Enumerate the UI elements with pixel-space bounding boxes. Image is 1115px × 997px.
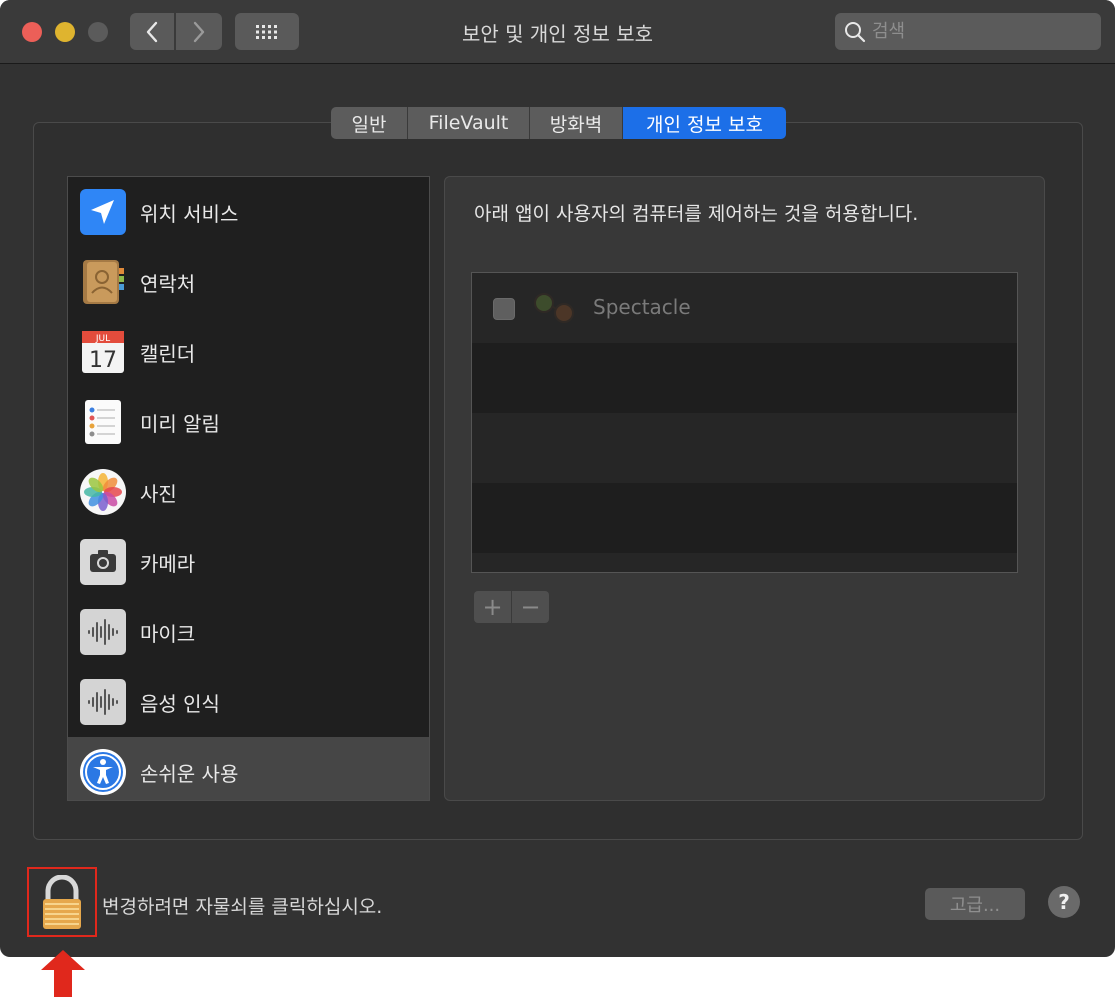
sidebar-item-calendar[interactable]: JUL 17 캘린더: [68, 317, 429, 387]
advanced-button[interactable]: 고급...: [925, 888, 1025, 920]
list-empty-row: [472, 343, 1017, 413]
lock-instruction-text[interactable]: 변경하려면 자물쇠를 클릭하십시오.: [102, 892, 382, 919]
add-remove-control: + −: [474, 591, 549, 623]
spectacle-glasses-icon: [530, 285, 578, 331]
search-field[interactable]: [835, 13, 1101, 50]
location-arrow-icon: [79, 188, 127, 236]
svg-text:17: 17: [89, 348, 117, 373]
app-checkbox[interactable]: [493, 298, 515, 320]
list-empty-row: [472, 483, 1017, 553]
titlebar: 보안 및 개인 정보 보호: [0, 0, 1115, 64]
search-input[interactable]: [872, 21, 1082, 42]
speech-waveform-icon: [79, 678, 127, 726]
sidebar-item-accessibility[interactable]: 손쉬운 사용: [68, 737, 429, 800]
sidebar-item-label: 연락처: [140, 271, 196, 296]
calendar-icon: JUL 17: [79, 328, 127, 376]
privacy-category-list: 위치 서비스 연락처 JUL 17 캘린더 미리 알림 사진 카메라 마이크 음…: [67, 176, 430, 801]
app-list: Spectacle: [471, 272, 1018, 573]
sidebar-item-reminders[interactable]: 미리 알림: [68, 387, 429, 457]
tab-general[interactable]: 일반: [331, 107, 408, 139]
list-empty-row: [472, 413, 1017, 483]
sidebar-item-camera[interactable]: 카메라: [68, 527, 429, 597]
photos-icon: [79, 468, 127, 516]
sidebar-item-label: 손쉬운 사용: [140, 761, 239, 786]
help-button[interactable]: ?: [1048, 886, 1080, 918]
sidebar-item-label: 마이크: [140, 621, 196, 646]
accessibility-icon: [79, 748, 127, 796]
sidebar-item-speech-recognition[interactable]: 음성 인식: [68, 667, 429, 737]
instruction-text: 아래 앱이 사용자의 컴퓨터를 제어하는 것을 허용합니다.: [474, 203, 919, 225]
tab-privacy[interactable]: 개인 정보 보호: [623, 107, 786, 139]
preferences-window: 보안 및 개인 정보 보호 일반 FileVault 방화벽 개인 정보 보호 …: [0, 0, 1115, 957]
contacts-book-icon: [79, 258, 127, 306]
svg-text:JUL: JUL: [95, 334, 110, 344]
red-arrow-annotation-icon: [41, 950, 85, 997]
sidebar-item-label: 미리 알림: [140, 411, 220, 436]
tab-bar: 일반 FileVault 방화벽 개인 정보 보호: [331, 107, 786, 139]
sidebar-item-label: 위치 서비스: [140, 201, 239, 226]
tab-filevault[interactable]: FileVault: [408, 107, 530, 139]
sidebar-item-label: 캘린더: [140, 341, 196, 366]
microphone-waveform-icon: [79, 608, 127, 656]
lock-button[interactable]: [40, 874, 84, 931]
sidebar-item-label: 카메라: [140, 551, 196, 576]
reminders-icon: [79, 398, 127, 446]
tab-firewall[interactable]: 방화벽: [530, 107, 623, 139]
app-row-spectacle[interactable]: Spectacle: [472, 273, 1017, 343]
lock-highlight-box: [27, 867, 97, 937]
padlock-icon: [43, 874, 81, 929]
sidebar-item-location-services[interactable]: 위치 서비스: [68, 177, 429, 247]
remove-app-button[interactable]: −: [512, 591, 549, 623]
add-app-button[interactable]: +: [474, 591, 512, 623]
sidebar-item-contacts[interactable]: 연락처: [68, 247, 429, 317]
sidebar-item-label: 음성 인식: [140, 691, 220, 716]
sidebar-item-photos[interactable]: 사진: [68, 457, 429, 527]
list-empty-row: [472, 553, 1017, 572]
sidebar-item-label: 사진: [140, 481, 177, 506]
search-icon: [845, 21, 866, 42]
sidebar-item-microphone[interactable]: 마이크: [68, 597, 429, 667]
camera-icon: [79, 538, 127, 586]
app-name: Spectacle: [593, 295, 691, 319]
